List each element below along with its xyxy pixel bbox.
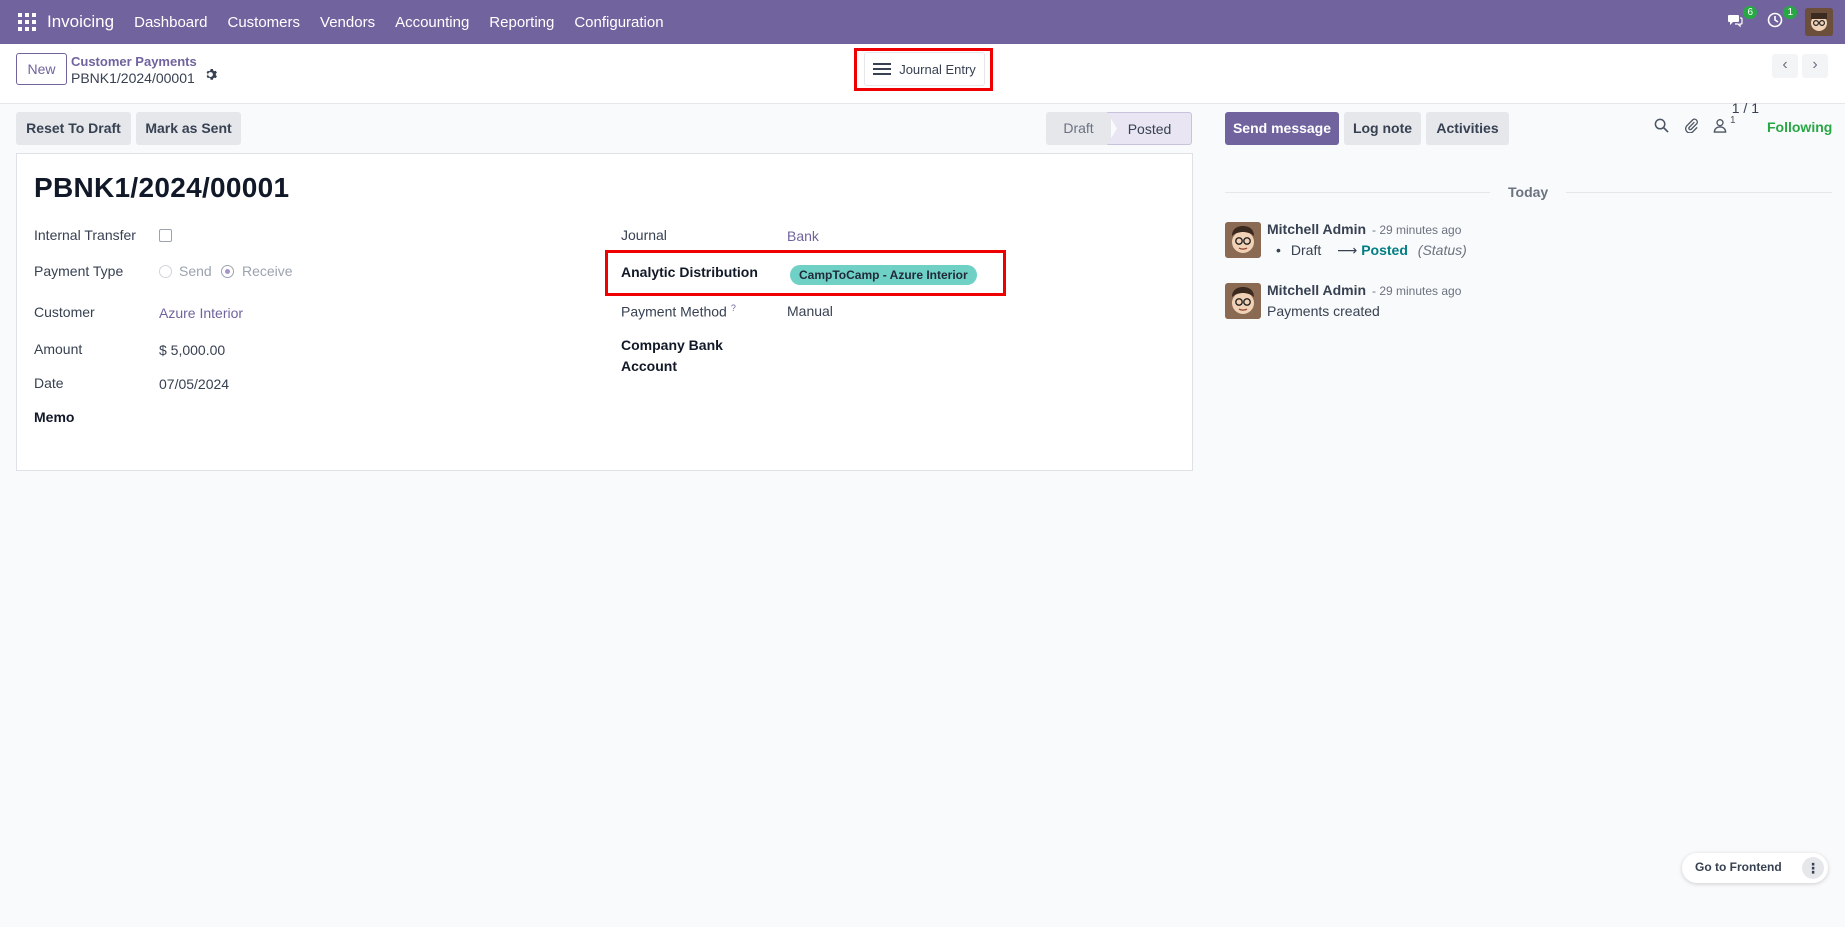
bullet: • — [1276, 242, 1281, 258]
date-field[interactable]: 07/05/2024 — [159, 376, 229, 392]
message-author[interactable]: Mitchell Admin — [1267, 282, 1366, 298]
menu-dashboard[interactable]: Dashboard — [124, 14, 217, 31]
menu-vendors[interactable]: Vendors — [310, 14, 385, 31]
breadcrumb-current-record: PBNK1/2024/00001 — [71, 70, 195, 86]
message-time: - 29 minutes ago — [1372, 284, 1462, 298]
status-draft[interactable]: Draft — [1046, 112, 1111, 145]
customer-label: Customer — [34, 304, 95, 320]
internal-transfer-label: Internal Transfer — [34, 227, 136, 243]
message-time: - 29 minutes ago — [1372, 223, 1462, 237]
status-to: Posted — [1361, 242, 1408, 258]
payment-type-receive-radio[interactable] — [221, 265, 234, 278]
send-message-button[interactable]: Send message — [1225, 112, 1339, 145]
menu-reporting[interactable]: Reporting — [479, 14, 564, 31]
amount-field[interactable]: $ 5,000.00 — [159, 342, 225, 358]
activities-badge: 1 — [1783, 6, 1797, 19]
apps-menu-icon[interactable] — [18, 13, 36, 31]
activities-clock-icon[interactable]: 1 — [1765, 6, 1797, 32]
message-avatar[interactable] — [1225, 283, 1261, 319]
status-posted[interactable]: Posted — [1107, 112, 1192, 145]
internal-transfer-checkbox[interactable] — [159, 229, 172, 242]
app-brand[interactable]: Invoicing — [47, 12, 114, 32]
payment-method-label: Payment Method? — [621, 303, 736, 320]
status-field: (Status) — [1417, 242, 1467, 258]
followers-icon[interactable] — [1713, 118, 1727, 137]
message-avatar[interactable] — [1225, 222, 1261, 258]
pager-previous-button[interactable]: ‹ — [1772, 54, 1798, 78]
message-body: Payments created — [1267, 303, 1380, 319]
log-note-button[interactable]: Log note — [1344, 112, 1421, 145]
journal-entry-highlight — [854, 48, 993, 91]
go-to-frontend-button[interactable]: Go to Frontend — [1695, 860, 1782, 874]
status-change-item: • Draft ⟶ Posted (Status) — [1276, 242, 1467, 259]
messages-icon[interactable]: 6 — [1725, 6, 1757, 32]
messages-badge: 6 — [1743, 6, 1757, 19]
payment-method-label-text: Payment Method — [621, 303, 727, 320]
company-bank-account-label-line2: Account — [621, 358, 677, 374]
payment-type-send-radio[interactable] — [159, 265, 172, 278]
arrow-right-icon: ⟶ — [1337, 242, 1358, 258]
activities-button[interactable]: Activities — [1426, 112, 1509, 145]
reset-to-draft-button[interactable]: Reset To Draft — [16, 112, 131, 145]
analytic-distribution-highlight — [605, 250, 1006, 296]
status-from: Draft — [1290, 242, 1322, 258]
top-navbar: Invoicing Dashboard Customers Vendors Ac… — [0, 0, 1845, 44]
following-toggle[interactable]: Following — [1767, 119, 1832, 135]
pager-value[interactable]: 1 / 1 — [1732, 100, 1759, 116]
go-to-frontend-widget: Go to Frontend ⋮ — [1682, 853, 1828, 883]
amount-label: Amount — [34, 341, 83, 357]
message-author[interactable]: Mitchell Admin — [1267, 221, 1366, 237]
menu-configuration[interactable]: Configuration — [564, 14, 673, 31]
payment-type-send-label[interactable]: Send — [179, 263, 212, 279]
record-title: PBNK1/2024/00001 — [34, 172, 290, 203]
payment-type-label: Payment Type — [34, 263, 124, 279]
today-label: Today — [1490, 184, 1567, 200]
date-label: Date — [34, 375, 64, 391]
menu-accounting[interactable]: Accounting — [385, 14, 479, 31]
journal-field[interactable]: Bank — [787, 228, 819, 244]
mark-as-sent-button[interactable]: Mark as Sent — [136, 112, 241, 145]
journal-label: Journal — [621, 227, 667, 243]
new-button[interactable]: New — [16, 53, 67, 85]
customer-field[interactable]: Azure Interior — [159, 305, 243, 321]
payment-method-help-icon[interactable]: ? — [731, 303, 736, 313]
followers-count: 1 — [1730, 115, 1736, 126]
company-bank-account-label-line1: Company Bank — [621, 337, 723, 353]
memo-label: Memo — [34, 409, 75, 425]
search-icon[interactable] — [1654, 118, 1669, 137]
menu-customers[interactable]: Customers — [218, 14, 311, 31]
payment-method-field[interactable]: Manual — [787, 303, 833, 319]
breadcrumb-customer-payments[interactable]: Customer Payments — [71, 54, 197, 69]
pager-next-button[interactable]: › — [1802, 54, 1828, 78]
paperclip-icon[interactable] — [1684, 118, 1699, 137]
more-options-icon[interactable]: ⋮ — [1802, 857, 1824, 879]
form-sheet: PBNK1/2024/00001 Internal Transfer Payme… — [16, 153, 1193, 471]
user-avatar[interactable] — [1805, 8, 1833, 36]
gear-icon[interactable] — [204, 68, 217, 85]
payment-type-receive-label[interactable]: Receive — [242, 263, 293, 279]
